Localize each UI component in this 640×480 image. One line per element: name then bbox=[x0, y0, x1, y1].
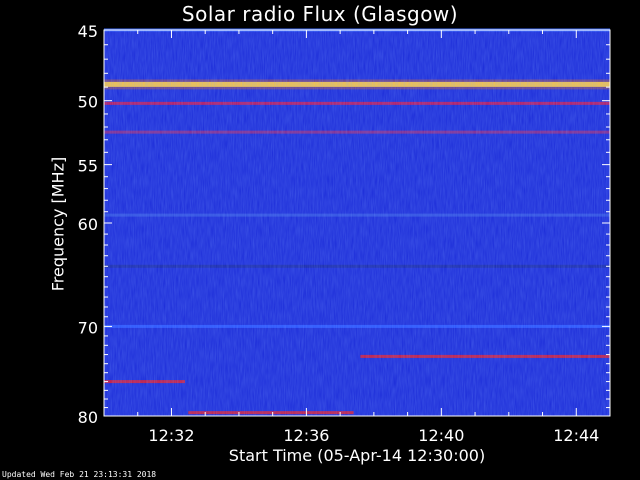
y-tick-label-50: 50 bbox=[78, 93, 98, 112]
spectrogram-noise-texture bbox=[104, 30, 610, 416]
spectrogram-plot bbox=[103, 28, 611, 417]
y-axis-label: Frequency [MHz] bbox=[48, 156, 68, 292]
updated-timestamp: Updated Wed Feb 21 23:13:31 2018 bbox=[2, 470, 157, 479]
chart-title: Solar radio Flux (Glasgow) bbox=[181, 2, 459, 26]
y-tick-label-70: 70 bbox=[78, 318, 98, 337]
y-tick-label-55: 55 bbox=[78, 157, 98, 176]
chart-canvas: 45505560708012:32 12:36 12:40 12:44 bbox=[78, 22, 611, 445]
x-tick-label-2: 12:40 bbox=[418, 426, 464, 445]
x-tick-label-3: 12:44 bbox=[553, 426, 599, 445]
x-tick-label-1: 12:36 bbox=[283, 426, 329, 445]
y-tick-label-80: 80 bbox=[78, 408, 98, 427]
y-tick-label-60: 60 bbox=[78, 215, 98, 234]
x-tick-label-0: 12:32 bbox=[148, 426, 194, 445]
x-axis-label: Start Time (05-Apr-14 12:30:00) bbox=[228, 446, 486, 465]
